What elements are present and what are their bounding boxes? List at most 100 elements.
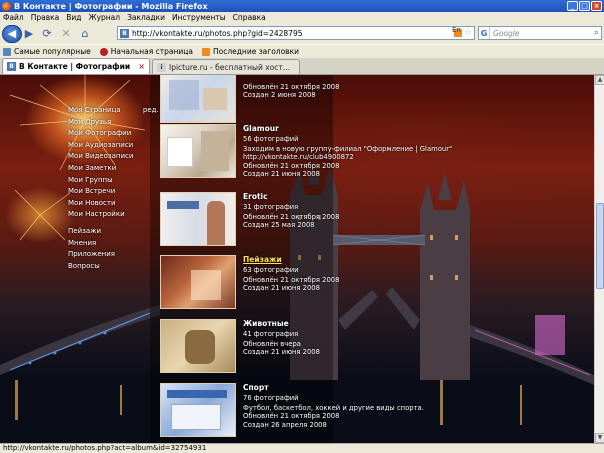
album-created: Создан 21 июня 2008 (243, 284, 320, 293)
bookmark-most-visited[interactable]: Самые популярные (3, 47, 91, 56)
menu-help[interactable]: Справка (233, 13, 266, 22)
vk-favicon-icon: B (7, 62, 16, 71)
album-info: Glamour 56 фотографий Заходим в новую гр… (243, 124, 452, 178)
nav-my-groups[interactable]: Мои Группы (68, 175, 159, 187)
album-thumbnail[interactable] (160, 255, 236, 309)
tab-strip: B В Контакте | Фотографии × i Ipicture.r… (0, 58, 604, 75)
album-updated: Обновлён 21 октября 2008 (243, 412, 340, 421)
status-bar: http://vkontakte.ru/photos.php?act=album… (0, 443, 604, 453)
album-created: Создан 25 мая 2008 (243, 221, 315, 230)
search-box[interactable]: G Google ⌕ (478, 26, 602, 40)
minimize-button[interactable]: _ (567, 1, 578, 11)
album-description-link[interactable]: http://vkontakte.ru/club4900872 (243, 153, 443, 161)
side-navigation: Моя Страница ред. Мои Друзья Мои Фотогра… (68, 105, 159, 272)
nav-my-page[interactable]: Моя Страница ред. (68, 105, 159, 117)
window-title: В Контакте | Фотографии - Mozilla Firefo… (14, 1, 208, 11)
tab-vkontakte[interactable]: B В Контакте | Фотографии × (2, 58, 150, 74)
scroll-down-button[interactable]: ▼ (595, 433, 604, 443)
album-thumbnail[interactable] (160, 192, 236, 246)
nav-my-settings[interactable]: Мои Настройки (68, 209, 159, 221)
ipicture-favicon-icon: i (157, 62, 166, 72)
language-indicator[interactable]: En (452, 26, 461, 34)
menu-view[interactable]: Вид (66, 13, 81, 22)
album-thumbnail[interactable] (160, 124, 236, 178)
album-info: Спорт 76 фотографий Футбол, баскетбол, х… (243, 383, 443, 429)
menu-bookmarks[interactable]: Закладки (127, 13, 165, 22)
tab-ipicture[interactable]: i Ipicture.ru - бесплатный хостинг ф... (152, 59, 300, 74)
album-created: Создан 21 июня 2008 (243, 348, 320, 357)
window-titlebar: В Контакте | Фотографии - Mozilla Firefo… (0, 0, 604, 12)
album-title[interactable]: Животные (243, 319, 443, 329)
bookmark-home-page[interactable]: Начальная страница (99, 47, 193, 56)
nav-my-videos[interactable]: Мои Видеозаписи (68, 151, 159, 163)
maximize-button[interactable]: □ (579, 1, 590, 11)
stop-button[interactable]: ✕ (58, 25, 74, 42)
nav-landscapes[interactable]: Пейзажи (68, 226, 159, 238)
album-title[interactable]: Erotic (243, 192, 443, 202)
forward-button[interactable]: ▶ (22, 25, 36, 42)
home-page-icon (99, 47, 108, 56)
url-text[interactable]: http://vkontakte.ru/photos.php?gid=24287… (132, 29, 454, 38)
back-button[interactable]: ◀ (2, 24, 22, 43)
nav-my-audio[interactable]: Мои Аудиозаписи (68, 140, 159, 152)
nav-questions[interactable]: Вопросы (68, 261, 159, 273)
address-bar[interactable]: B http://vkontakte.ru/photos.php?gid=242… (117, 26, 475, 40)
close-window-button[interactable]: × (591, 1, 602, 11)
menu-file[interactable]: Файл (3, 13, 24, 22)
album-count: 63 фотографии (243, 266, 299, 274)
bookmark-star-icon[interactable]: ☆ (464, 28, 472, 38)
nav-my-events[interactable]: Мои Встречи (68, 186, 159, 198)
edit-link[interactable]: ред. (143, 106, 159, 114)
menu-tools[interactable]: Инструменты (172, 13, 226, 22)
menu-history[interactable]: Журнал (89, 13, 121, 22)
tab-title: Ipicture.ru - бесплатный хостинг ф... (169, 62, 295, 72)
album-count: 31 фотография (243, 203, 299, 211)
album-title[interactable]: Glamour (243, 124, 443, 134)
nav-my-friends[interactable]: Мои Друзья (68, 117, 159, 129)
album-title[interactable]: Пейзажи (243, 255, 443, 265)
bookmark-label: Самые популярные (14, 47, 91, 56)
bookmark-label: Начальная страница (110, 47, 193, 56)
album-created: Создан 26 апреля 2008 (243, 420, 327, 429)
home-icon: ⌂ (81, 27, 89, 40)
site-favicon-icon: B (120, 28, 129, 38)
album-count: 41 фотография (243, 330, 299, 338)
nav-applications[interactable]: Приложения (68, 249, 159, 261)
scroll-up-button[interactable]: ▲ (595, 75, 604, 85)
album-thumbnail[interactable] (160, 319, 236, 373)
album-created: Создан 2 июня 2008 (243, 91, 316, 100)
album-updated: Обновлён 21 октября 2008 (243, 161, 340, 170)
vertical-scrollbar[interactable]: ▲ ▼ (594, 75, 604, 443)
bookmark-latest-headlines[interactable]: Последние заголовки (201, 47, 300, 56)
menu-edit[interactable]: Правка (31, 13, 60, 22)
tab-title: В Контакте | Фотографии (19, 62, 131, 71)
search-input[interactable]: Google (493, 29, 519, 38)
bookmarks-toolbar: Самые популярные Начальная страница Посл… (0, 44, 604, 58)
nav-my-photos[interactable]: Мои Фотографии (68, 128, 159, 140)
nav-my-notes[interactable]: Мои Заметки (68, 163, 159, 175)
stop-icon: ✕ (61, 27, 71, 40)
scrollbar-thumb[interactable] (596, 203, 604, 289)
reload-button[interactable]: ⟳ (39, 25, 55, 42)
search-magnifier-icon[interactable]: ⌕ (594, 28, 599, 38)
album-count: 56 фотографий (243, 135, 299, 143)
tab-close-icon[interactable]: × (138, 62, 145, 71)
nav-my-news[interactable]: Мои Новости (68, 198, 159, 210)
album-thumbnail[interactable] (160, 75, 236, 123)
back-arrow-icon: ◀ (7, 27, 17, 40)
navigation-toolbar: ◀ ▶ ⟳ ✕ ⌂ B http://vkontakte.ru/photos.p… (0, 23, 604, 44)
bookmark-label: Последние заголовки (212, 47, 300, 56)
nav-opinions[interactable]: Мнения (68, 238, 159, 250)
home-button[interactable]: ⌂ (77, 25, 93, 42)
album-thumbnail[interactable] (160, 383, 236, 437)
album-created: Создан 21 июня 2008 (243, 169, 320, 178)
reload-icon: ⟳ (42, 27, 52, 40)
forward-arrow-icon: ▶ (24, 27, 34, 40)
rss-icon (201, 47, 210, 56)
album-title[interactable]: Спорт (243, 383, 443, 393)
menu-bar: Файл Правка Вид Журнал Закладки Инструме… (0, 12, 604, 23)
album-count: 76 фотографий (243, 394, 299, 402)
firefox-icon (2, 1, 11, 11)
google-engine-icon[interactable]: G (479, 27, 490, 39)
most-visited-icon (3, 47, 11, 56)
